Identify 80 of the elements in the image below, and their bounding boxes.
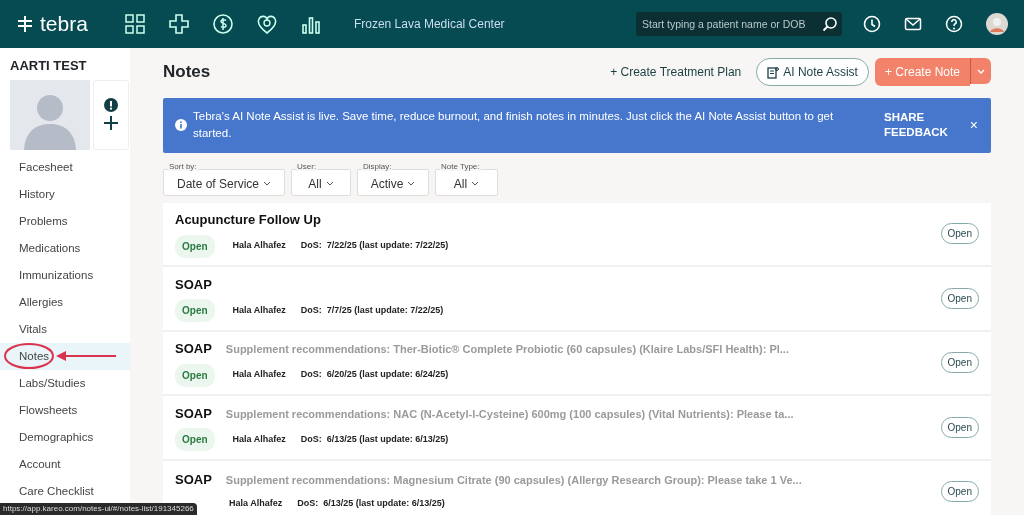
open-button[interactable]: Open (940, 287, 979, 309)
status-url-tooltip: https://app.kareo.com/notes-ui/#/notes-list/191345266 (0, 503, 197, 515)
note-row[interactable]: SOAP Supplement recommendations: NAC (N-Acetyl-l-Cysteine) 600mg (100 capsules) (Vital Nutrients): Please ta... Open Hala Alhafez DoS: 6/13/25 (last update: 6/13/25) Open (163, 396, 991, 461)
open-button[interactable]: Open (940, 416, 979, 438)
practice-name: Frozen Lava Medical Center (353, 16, 505, 33)
dollar-icon[interactable] (211, 13, 234, 35)
apps-icon[interactable] (123, 13, 146, 35)
filter-label: Sort by: (168, 162, 198, 171)
logo-icon (16, 15, 34, 33)
sidebar-item[interactable]: Allergies (0, 288, 130, 316)
caret-icon (977, 68, 985, 75)
dropdown-toggle-button[interactable] (970, 58, 991, 84)
note-summary: Supplement recommendations: Ther-Biotic® Complete Probiotic (60 capsules) (Klaire Labs/SFI Health): Pl... (225, 342, 789, 357)
alerts-card[interactable] (93, 79, 129, 150)
note-title: Acupuncture Follow Up (175, 211, 321, 229)
caret-icon (471, 181, 480, 187)
caret-icon (407, 181, 416, 187)
note-title: SOAP (175, 470, 212, 489)
sidebar-item[interactable]: Care Checklist (0, 477, 130, 505)
create-treatment-plan-link[interactable]: + Create Treatment Plan (604, 62, 748, 82)
caret-icon (263, 181, 271, 187)
caret-icon (325, 181, 334, 187)
note-date: DoS: 6/13/25 (last update: 6/13/25) (300, 432, 449, 446)
filter-label: User: (296, 162, 318, 171)
filter-label: Note Type: (440, 162, 481, 171)
brand-name: tebra (40, 11, 88, 38)
status-badge: Open (175, 428, 215, 451)
note-author: Hala Alhafez (232, 303, 286, 317)
ai-note-assist-button[interactable]: AI Note Assist (756, 58, 869, 86)
status-badge: Open (175, 363, 215, 387)
help-icon[interactable] (944, 14, 964, 34)
share-feedback-link[interactable]: SHARE FEEDBACK (883, 108, 953, 142)
sidebar-item[interactable]: Facesheet (0, 153, 130, 181)
history-icon[interactable] (862, 14, 882, 34)
note-date: DoS: 6/20/25 (last update: 6/24/25) (300, 368, 449, 382)
sidebar-item[interactable]: Account (0, 450, 130, 478)
plus-icon (103, 115, 119, 131)
search-icon (822, 16, 838, 32)
page-title: Notes (163, 61, 211, 84)
note-row[interactable]: SOAP Open Hala Alhafez DoS: 7/7/25 (last update: 7/22/25) Open (163, 267, 991, 332)
note-summary: Supplement recommendations: Magnesium Citrate (90 capsules) (Allergy Research Group): Please take 1 Ve... (225, 472, 802, 488)
note-row[interactable]: Acupuncture Follow Up Open Hala Alhafez DoS: 7/22/25 (last update: 7/22/25) Open (163, 202, 991, 267)
sidebar-item[interactable]: Notes (0, 342, 130, 370)
sidebar-item[interactable]: Flowsheets (0, 396, 130, 424)
note-title: SOAP (175, 340, 212, 358)
document-icon (767, 65, 781, 79)
patient-name: AARTI TEST (10, 57, 88, 75)
note-author: Hala Alhafez (232, 432, 286, 446)
note-row[interactable]: SOAP Supplement recommendations: Ther-Biotic® Complete Probiotic (60 capsules) (Klaire Labs/SFI Health): Pl... Open Hala Alhafez DoS: 6/20/25 (last update: 6/24/25) Open (163, 331, 991, 396)
note-date: DoS: 7/7/25 (last update: 7/22/25) (300, 303, 444, 317)
status-badge: Open (175, 234, 215, 258)
info-icon (175, 119, 187, 132)
sidebar-item[interactable]: Demographics (0, 423, 130, 451)
open-button[interactable]: Open (940, 481, 979, 503)
open-button[interactable]: Open (940, 223, 979, 245)
note-summary: Supplement recommendations: NAC (N-Acetyl-l-Cysteine) 600mg (100 capsules) (Vital Nutrients): Please ta... (225, 406, 794, 422)
sidebar-item[interactable]: Immunizations (0, 261, 130, 289)
note-title: SOAP (175, 404, 212, 423)
open-button[interactable]: Open (940, 352, 979, 374)
medical-cross-icon[interactable] (167, 13, 190, 35)
sidebar-item[interactable]: Labs/Studies (0, 369, 130, 397)
search-field[interactable]: Start typing a patient name or DOB (636, 12, 842, 36)
sidebar-item[interactable]: Problems (0, 207, 130, 235)
alert-icon (104, 98, 118, 112)
close-button[interactable]: × (968, 113, 979, 137)
status-badge: Open (175, 299, 215, 322)
filter-label: Display: (362, 162, 393, 171)
note-title: SOAP (175, 275, 212, 294)
sidebar-item[interactable]: Vitals (0, 315, 130, 343)
avatar-icon[interactable] (986, 13, 1008, 35)
note-author: Hala Alhafez (229, 497, 283, 511)
sidebar-item[interactable]: History (0, 180, 130, 208)
sidebar-item[interactable]: Medications (0, 234, 130, 262)
note-author: Hala Alhafez (232, 239, 286, 253)
banner-message: Tebra's AI Note Assist is live. Save time, reduce burnout, and finish notes in minutes. Just click the AI Note Assist button to get started. (193, 109, 835, 142)
note-author: Hala Alhafez (232, 368, 286, 382)
note-date: DoS: 6/13/25 (last update: 6/13/25) (297, 497, 445, 511)
patient-photo-icon (10, 79, 90, 150)
note-date: DoS: 7/22/25 (last update: 7/22/25) (300, 239, 449, 253)
heart-icon[interactable] (255, 13, 278, 35)
